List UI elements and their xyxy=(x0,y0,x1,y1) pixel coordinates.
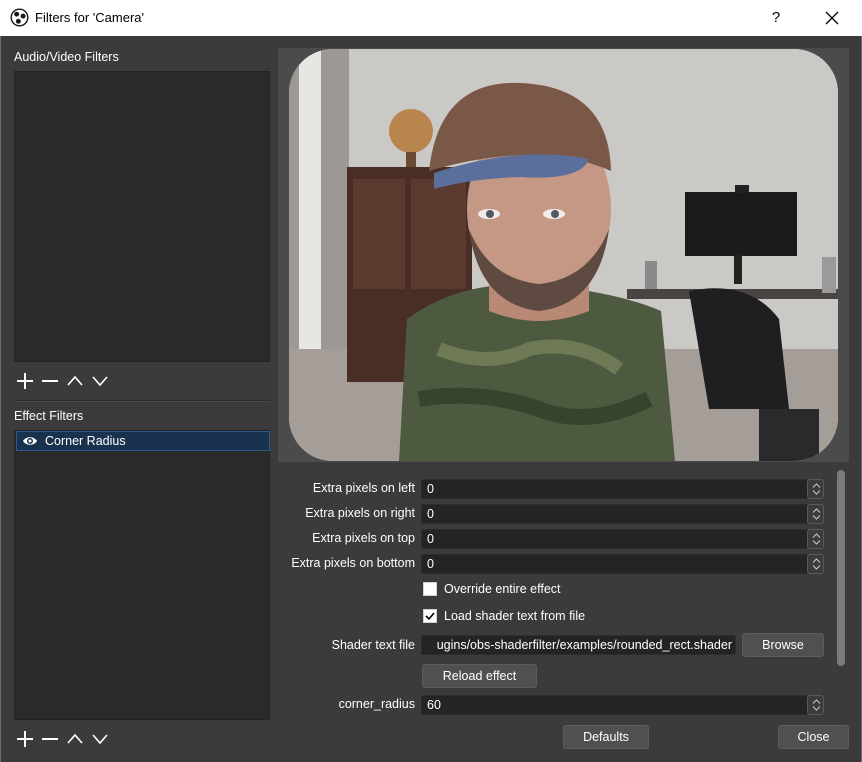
extra-bottom-stepper[interactable] xyxy=(807,554,824,574)
effect-filter-name: Corner Radius xyxy=(45,434,126,448)
effect-filters-toolbar xyxy=(12,727,112,751)
scrollbar-thumb[interactable] xyxy=(837,470,845,666)
extra-top-label: Extra pixels on top xyxy=(312,531,415,545)
minus-icon xyxy=(41,738,58,740)
shader-file-label: Shader text file xyxy=(331,638,415,652)
extra-top-field[interactable]: 0 xyxy=(421,529,809,549)
reload-effect-button[interactable]: Reload effect xyxy=(422,664,537,688)
audio-video-filters-label: Audio/Video Filters xyxy=(14,50,119,64)
title-bar: Filters for 'Camera' ? xyxy=(0,0,862,36)
extra-right-field[interactable]: 0 xyxy=(421,504,809,524)
corner-radius-stepper[interactable] xyxy=(807,695,824,715)
chevron-up-icon xyxy=(66,375,83,386)
extra-right-label: Extra pixels on right xyxy=(305,506,415,520)
chevron-up-icon xyxy=(66,733,83,744)
defaults-button[interactable]: Defaults xyxy=(563,725,649,749)
extra-top-stepper[interactable] xyxy=(807,529,824,549)
override-effect-checkbox[interactable]: Override entire effect xyxy=(423,582,561,596)
help-button[interactable]: ? xyxy=(766,0,786,36)
extra-left-field[interactable]: 0 xyxy=(421,479,809,499)
window-close-button[interactable] xyxy=(812,0,852,36)
extra-left-stepper[interactable] xyxy=(807,479,824,499)
load-shader-from-file-checkbox[interactable]: Load shader text from file xyxy=(423,609,585,623)
extra-left-label: Extra pixels on left xyxy=(312,481,415,495)
window-border-left xyxy=(0,36,1,762)
audio-video-filters-toolbar xyxy=(12,369,112,393)
remove-effect-filter-button[interactable] xyxy=(37,728,62,750)
chevron-down-icon xyxy=(91,376,108,387)
plus-icon xyxy=(16,373,33,389)
effect-filters-list[interactable]: Corner Radius xyxy=(14,430,270,720)
extra-right-stepper[interactable] xyxy=(807,504,824,524)
camera-preview-image xyxy=(289,49,838,461)
minus-icon xyxy=(41,380,58,382)
eye-icon[interactable] xyxy=(22,435,40,447)
browse-button[interactable]: Browse xyxy=(742,633,824,657)
checkmark-icon xyxy=(425,612,435,621)
effect-filters-label: Effect Filters xyxy=(14,409,84,423)
move-effect-filter-up-button[interactable] xyxy=(62,728,87,750)
move-audio-video-filter-up-button[interactable] xyxy=(62,370,87,392)
effect-filter-item-corner-radius[interactable]: Corner Radius xyxy=(16,431,270,451)
extra-bottom-field[interactable]: 0 xyxy=(421,554,809,574)
add-effect-filter-button[interactable] xyxy=(12,728,37,750)
plus-icon xyxy=(16,731,33,747)
corner-radius-label: corner_radius xyxy=(338,697,415,711)
close-button[interactable]: Close xyxy=(778,725,849,749)
move-audio-video-filter-down-button[interactable] xyxy=(87,370,112,392)
add-audio-video-filter-button[interactable] xyxy=(12,370,37,392)
checkbox-checked[interactable] xyxy=(423,609,437,623)
close-icon xyxy=(825,11,839,25)
extra-bottom-label: Extra pixels on bottom xyxy=(291,556,415,570)
panel-divider xyxy=(14,400,270,402)
properties-scrollbar[interactable] xyxy=(835,468,847,718)
window-title: Filters for 'Camera' xyxy=(35,10,144,25)
remove-audio-video-filter-button[interactable] xyxy=(37,370,62,392)
checkbox-unchecked[interactable] xyxy=(423,582,437,596)
audio-video-filters-list[interactable] xyxy=(14,71,270,362)
shader-file-path-field[interactable]: ugins/obs-shaderfilter/examples/rounded_… xyxy=(421,635,736,655)
corner-radius-field[interactable]: 60 xyxy=(421,695,809,715)
chevron-down-icon xyxy=(91,734,108,745)
camera-preview xyxy=(289,49,838,461)
obs-logo-icon xyxy=(10,8,29,27)
move-effect-filter-down-button[interactable] xyxy=(87,728,112,750)
